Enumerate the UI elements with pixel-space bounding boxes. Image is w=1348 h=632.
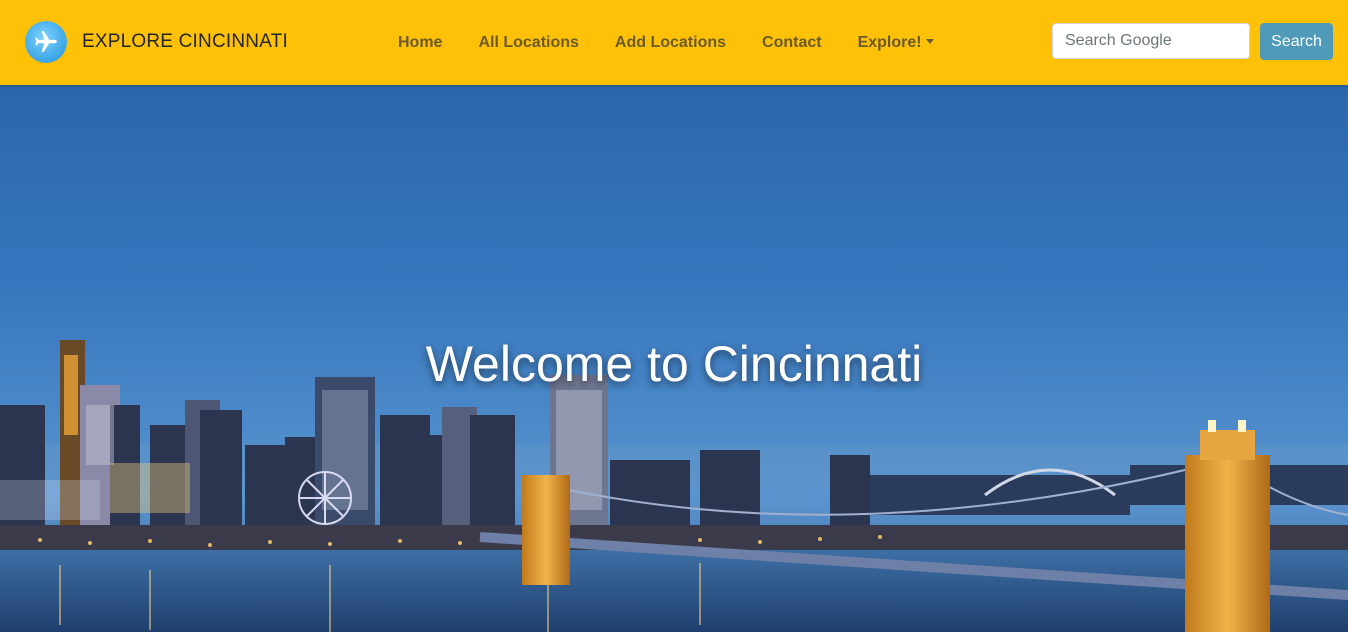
ferris-wheel: [298, 471, 352, 525]
hero-banner: Welcome to Cincinnati: [0, 85, 1348, 632]
caret-down-icon: [925, 38, 934, 44]
main-nav: Home All Locations Add Locations Contact…: [380, 0, 952, 85]
airplane-icon: [25, 21, 67, 63]
brand-link[interactable]: EXPLORE CINCINNATI: [25, 21, 288, 63]
nav-add-locations[interactable]: Add Locations: [597, 34, 744, 52]
brand-title: EXPLORE CINCINNATI: [82, 31, 288, 52]
nav-all-locations[interactable]: All Locations: [460, 34, 596, 52]
search-input[interactable]: [1052, 23, 1250, 59]
search-button[interactable]: Search: [1260, 23, 1333, 60]
nav-explore-label: Explore!: [857, 33, 922, 51]
nav-contact[interactable]: Contact: [744, 34, 840, 52]
hero-title: Welcome to Cincinnati: [425, 336, 923, 392]
nav-home[interactable]: Home: [380, 34, 460, 52]
navbar: EXPLORE CINCINNATI Home All Locations Ad…: [0, 0, 1348, 85]
nav-explore-dropdown[interactable]: Explore!: [840, 34, 952, 52]
